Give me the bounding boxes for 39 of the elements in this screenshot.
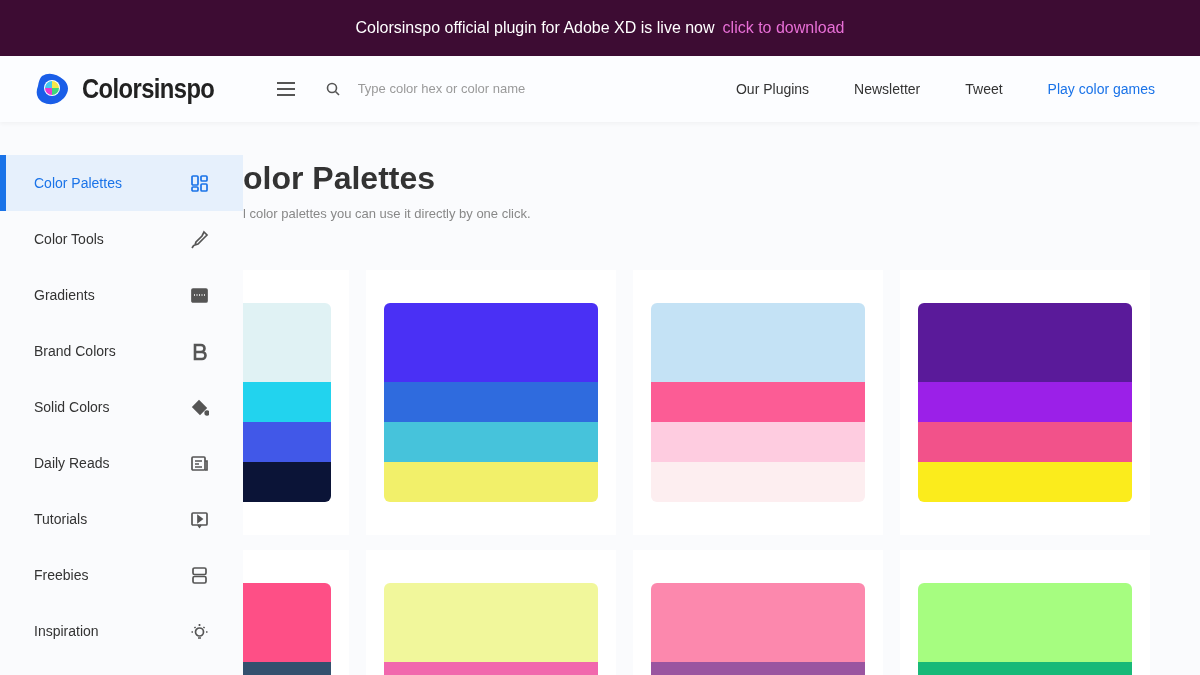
color-swatch[interactable] bbox=[918, 381, 1132, 422]
color-swatch[interactable] bbox=[918, 582, 1132, 662]
nav-link[interactable]: Our Plugins bbox=[735, 78, 810, 100]
color-swatch[interactable] bbox=[918, 302, 1132, 382]
nav-link[interactable]: Newsletter bbox=[854, 78, 921, 100]
palette-card[interactable] bbox=[366, 269, 616, 535]
color-swatch[interactable] bbox=[384, 461, 598, 502]
brand-name[interactable]: Colorsinspo bbox=[82, 68, 215, 110]
nav-link[interactable]: Play color games bbox=[1047, 78, 1155, 100]
download-link[interactable]: click to download bbox=[722, 16, 845, 40]
color-swatch[interactable] bbox=[918, 461, 1132, 502]
color-swatch[interactable] bbox=[384, 381, 598, 422]
banner-text: Colorsinspo official plugin for Adobe XD is live now bbox=[355, 18, 715, 38]
color-swatch[interactable] bbox=[384, 302, 598, 382]
sidebar-item[interactable]: Color Palettes bbox=[0, 155, 243, 211]
search-icon bbox=[325, 82, 340, 96]
menu-icon[interactable] bbox=[275, 81, 296, 97]
page-title: olor Palettes bbox=[243, 160, 437, 196]
color-swatch[interactable] bbox=[651, 381, 865, 422]
gradient-icon bbox=[190, 285, 209, 305]
video-play-icon bbox=[190, 509, 209, 529]
eyedropper-icon bbox=[190, 229, 209, 249]
grid-icon bbox=[190, 173, 209, 193]
light-bulb-icon bbox=[190, 621, 209, 641]
color-swatch[interactable] bbox=[384, 421, 598, 462]
search-field[interactable]: Type color hex or color name bbox=[357, 79, 658, 99]
page-subtitle: l color palettes you can use it directly by one click. bbox=[243, 205, 532, 223]
logo-icon bbox=[36, 72, 70, 106]
color-swatch[interactable] bbox=[384, 582, 598, 662]
paint-bucket-icon bbox=[190, 397, 209, 417]
stacked-rectangles-icon bbox=[190, 565, 209, 585]
color-swatch[interactable] bbox=[651, 421, 865, 462]
color-swatch[interactable] bbox=[918, 421, 1132, 462]
color-swatch[interactable] bbox=[651, 302, 865, 382]
newspaper-icon bbox=[190, 453, 209, 473]
nav-link[interactable]: Tweet bbox=[965, 78, 1003, 100]
color-swatch[interactable] bbox=[651, 582, 865, 662]
palette-card[interactable] bbox=[900, 269, 1150, 535]
color-swatch[interactable] bbox=[651, 461, 865, 502]
